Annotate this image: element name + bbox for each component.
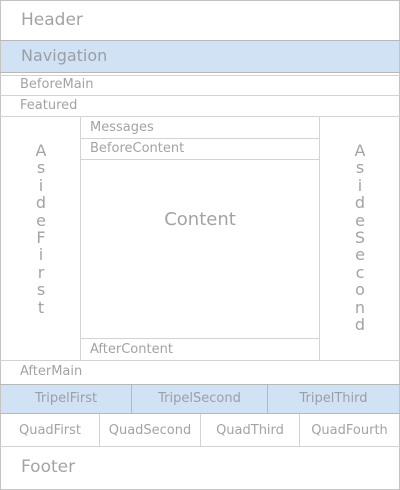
tripel-second-region: TripelSecond [132, 385, 267, 413]
vertical-letter: F [36, 228, 46, 248]
vertical-letter: d [354, 315, 366, 335]
quad-fourth-label: QuadFourth [311, 423, 388, 438]
aside-second-region: AsideSecond [320, 117, 399, 360]
aside-first-region: AsideFirst [1, 117, 80, 360]
vertical-letter: s [36, 280, 46, 300]
content-region: Content [81, 160, 319, 338]
vertical-letter: t [37, 297, 45, 317]
quad-second-region: QuadSecond [100, 414, 200, 446]
vertical-letter: e [355, 245, 365, 265]
vertical-letter: n [354, 297, 366, 317]
vertical-letter: A [35, 141, 47, 160]
before-main-label: BeforeMain [20, 77, 94, 92]
vertical-letter: c [355, 262, 365, 282]
quad-fourth-region: QuadFourth [300, 414, 399, 446]
tripel-third-label: TripelThird [299, 391, 368, 406]
footer-label: Footer [21, 457, 76, 477]
aside-second-label: AsideSecond [350, 141, 370, 335]
header-label: Header [21, 10, 83, 30]
vertical-letter: s [36, 158, 46, 178]
messages-label: Messages [90, 120, 154, 135]
quad-third-label: QuadThird [216, 423, 284, 438]
featured-label: Featured [20, 98, 78, 113]
tripel-first-label: TripelFirst [34, 391, 98, 406]
vertical-letter: d [35, 193, 47, 213]
divider [0, 72, 400, 73]
header-region: Header [1, 1, 399, 40]
tripel-third-region: TripelThird [268, 385, 399, 413]
vertical-letter: d [354, 193, 366, 213]
navigation-label: Navigation [21, 46, 108, 65]
messages-region: Messages [81, 117, 319, 138]
featured-region: Featured [1, 96, 399, 116]
vertical-letter: i [357, 175, 363, 195]
vertical-letter: i [38, 245, 44, 265]
quad-second-label: QuadSecond [108, 423, 192, 438]
before-main-region: BeforeMain [1, 76, 399, 94]
vertical-letter: o [355, 280, 365, 300]
before-content-label: BeforeContent [90, 141, 185, 156]
quad-third-region: QuadThird [201, 414, 299, 446]
vertical-letter: A [354, 141, 366, 160]
vertical-letter: r [37, 262, 45, 282]
divider [0, 75, 400, 76]
vertical-letter: i [38, 175, 44, 195]
quad-first-label: QuadFirst [18, 423, 82, 438]
after-content-region: AfterContent [81, 339, 319, 360]
after-content-label: AfterContent [90, 342, 173, 357]
tripel-first-region: TripelFirst [1, 385, 131, 413]
before-content-region: BeforeContent [81, 139, 319, 159]
tripel-second-label: TripelSecond [158, 391, 241, 406]
vertical-letter: S [354, 228, 366, 248]
vertical-letter: e [36, 210, 46, 230]
quad-first-region: QuadFirst [1, 414, 99, 446]
navigation-region: Navigation [1, 41, 399, 72]
aside-first-label: AsideFirst [31, 142, 51, 316]
vertical-letter: s [355, 158, 365, 178]
after-main-region: AfterMain [1, 361, 399, 383]
content-label: Content [164, 209, 236, 230]
vertical-letter: e [355, 210, 365, 230]
after-main-label: AfterMain [20, 364, 83, 379]
footer-region: Footer [1, 447, 399, 488]
